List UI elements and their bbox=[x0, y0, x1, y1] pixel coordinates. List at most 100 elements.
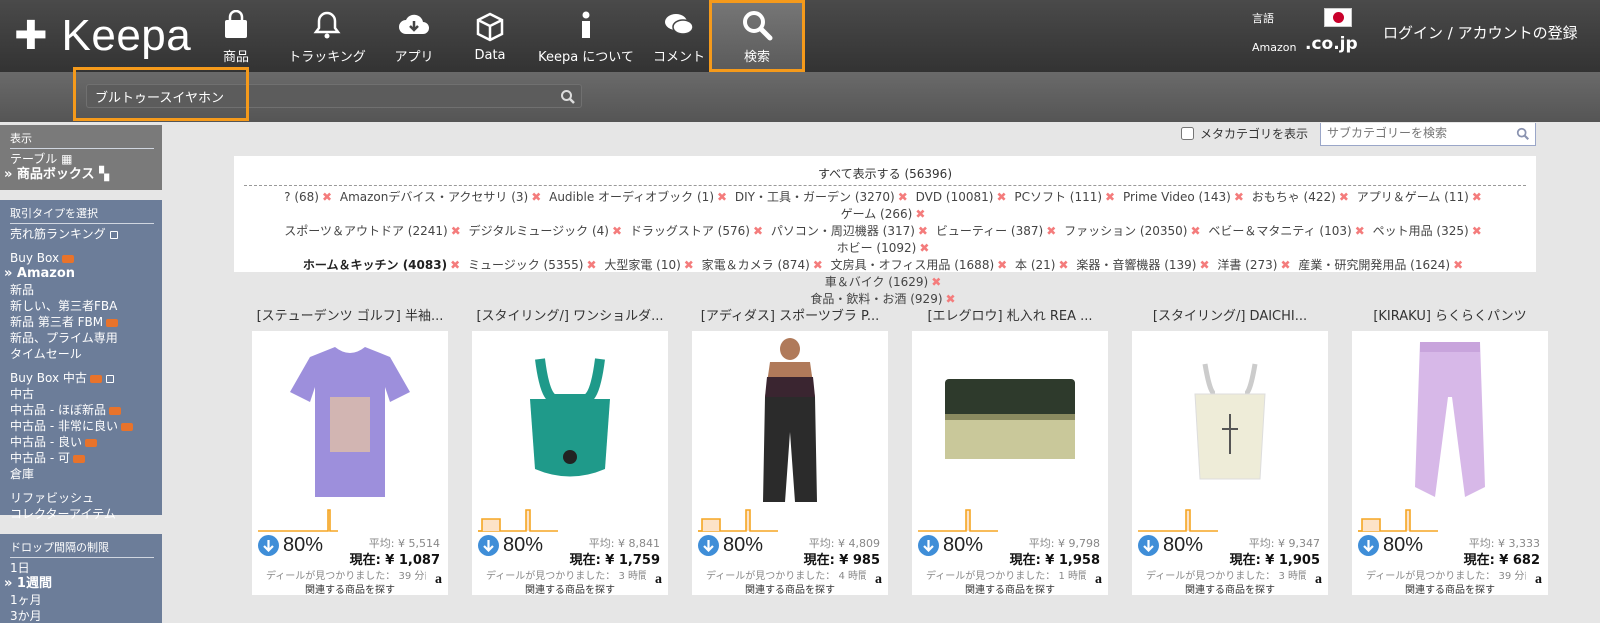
sidebar-item-timesale[interactable]: タイムセール bbox=[10, 346, 162, 362]
nav-tracking[interactable]: トラッキング bbox=[285, 0, 369, 72]
category-chip[interactable]: デジタルミュージック (4) ✖ bbox=[469, 224, 622, 238]
category-chip[interactable]: ファッション (20350) ✖ bbox=[1064, 224, 1200, 238]
sidebar-item-3-months[interactable]: 3か月 bbox=[10, 608, 162, 623]
remove-category-icon[interactable]: ✖ bbox=[450, 258, 460, 272]
category-chip[interactable]: Audible オーディオブック (1) ✖ bbox=[549, 190, 727, 204]
nav-comments[interactable]: コメント bbox=[651, 0, 707, 72]
category-chip[interactable]: ホーム＆キッチン (4083) ✖ bbox=[303, 258, 460, 272]
sidebar-item-1-week[interactable]: » 1週間 bbox=[4, 576, 162, 592]
product-image[interactable] bbox=[272, 335, 428, 503]
remove-category-icon[interactable]: ✖ bbox=[1472, 190, 1482, 204]
nav-search[interactable]: 検索 bbox=[709, 0, 805, 72]
find-related-products-link[interactable]: 関連する商品を探す bbox=[912, 581, 1108, 596]
sidebar-item-buybox[interactable]: Buy Box bbox=[10, 250, 162, 266]
subcategory-search-input[interactable] bbox=[1327, 126, 1507, 140]
find-related-products-link[interactable]: 関連する商品を探す bbox=[1352, 581, 1548, 596]
amazon-domain-selector[interactable]: .co.jp bbox=[1305, 34, 1358, 54]
product-card[interactable]: [スタイリング/] ワンショルダ... 80% 平均: ¥ 8,841 現在: … bbox=[472, 305, 668, 596]
product-image[interactable] bbox=[712, 335, 868, 503]
display-box-option[interactable]: » 商品ボックス ▚ bbox=[4, 167, 162, 183]
category-chip[interactable]: ? (68) ✖ bbox=[284, 190, 332, 204]
remove-category-icon[interactable]: ✖ bbox=[1190, 224, 1200, 238]
sidebar-item-used-acceptable[interactable]: 中古品 - 可 bbox=[10, 450, 162, 466]
remove-category-icon[interactable]: ✖ bbox=[1453, 258, 1463, 272]
find-related-products-link[interactable]: 関連する商品を探す bbox=[1132, 581, 1328, 596]
remove-category-icon[interactable]: ✖ bbox=[1105, 190, 1115, 204]
remove-category-icon[interactable]: ✖ bbox=[946, 292, 956, 306]
japan-flag-icon[interactable] bbox=[1324, 8, 1352, 27]
product-title[interactable]: [スタイリング/] ワンショルダ... bbox=[472, 305, 668, 325]
category-chip[interactable]: DVD (10081) ✖ bbox=[916, 190, 1007, 204]
category-chip[interactable]: DIY・工具・ガーデン (3270) ✖ bbox=[735, 190, 908, 204]
product-card[interactable]: [エレグロウ] 札入れ REA ... 80% 平均: ¥ 9,798 現在: … bbox=[912, 305, 1108, 596]
product-image[interactable] bbox=[932, 335, 1088, 503]
keepa-logo[interactable]: ✚ Keepa bbox=[14, 8, 191, 64]
category-chip[interactable]: ホビー (1092) ✖ bbox=[837, 241, 930, 255]
nav-products[interactable]: 商品 bbox=[215, 0, 257, 72]
sidebar-item-used-very-good[interactable]: 中古品 - 非常に良い bbox=[10, 418, 162, 434]
category-chip[interactable]: Prime Video (143) ✖ bbox=[1123, 190, 1244, 204]
category-chip[interactable]: 家電＆カメラ (874) ✖ bbox=[702, 258, 823, 272]
display-table-option[interactable]: テーブル ▦ bbox=[10, 151, 162, 167]
product-card[interactable]: [KIRAKU] らくらくパンツ 80% 平均: ¥ 3,333 現在: ¥ 6… bbox=[1352, 305, 1548, 596]
remove-category-icon[interactable]: ✖ bbox=[1058, 258, 1068, 272]
category-chip[interactable]: アプリ＆ゲーム (11) ✖ bbox=[1357, 190, 1482, 204]
category-chip[interactable]: ベビー＆マタニティ (103) ✖ bbox=[1208, 224, 1364, 238]
sidebar-item-new-3p-fbm[interactable]: 新品 第三者 FBM bbox=[10, 314, 162, 330]
remove-category-icon[interactable]: ✖ bbox=[684, 258, 694, 272]
sidebar-item-1-day[interactable]: 1日 bbox=[10, 560, 162, 576]
sidebar-item-amazon[interactable]: » Amazon bbox=[4, 266, 162, 282]
sidebar-item-sales-rank[interactable]: 売れ筋ランキング bbox=[10, 226, 162, 242]
sidebar-item-new-3p-fba[interactable]: 新しい、第三者FBA bbox=[10, 298, 162, 314]
remove-category-icon[interactable]: ✖ bbox=[1199, 258, 1209, 272]
remove-category-icon[interactable]: ✖ bbox=[1280, 258, 1290, 272]
sidebar-item-new-prime[interactable]: 新品、プライム専用 bbox=[10, 330, 162, 346]
sidebar-item-buybox-used[interactable]: Buy Box 中古 bbox=[10, 370, 162, 386]
category-chip[interactable]: ゲーム (266) ✖ bbox=[841, 207, 926, 221]
product-card[interactable]: [アディダス] スポーツブラ P... 80% 平均: ¥ 4,809 現在: … bbox=[692, 305, 888, 596]
sidebar-item-used-like-new[interactable]: 中古品 - ほぼ新品 bbox=[10, 402, 162, 418]
nav-data[interactable]: Data bbox=[472, 0, 508, 72]
remove-category-icon[interactable]: ✖ bbox=[813, 258, 823, 272]
product-card[interactable]: [ステューデンツ ゴルフ] 半袖... 80% 平均: ¥ 5,514 現在: … bbox=[252, 305, 448, 596]
category-chip[interactable]: 文房具・オフィス用品 (1688) ✖ bbox=[831, 258, 1008, 272]
sidebar-item-used-good[interactable]: 中古品 - 良い bbox=[10, 434, 162, 450]
remove-category-icon[interactable]: ✖ bbox=[918, 224, 928, 238]
sidebar-item-refurbished[interactable]: リファビッシュ bbox=[10, 490, 162, 506]
remove-category-icon[interactable]: ✖ bbox=[451, 224, 461, 238]
meta-category-checkbox[interactable]: メタカテゴリを表示 bbox=[1181, 125, 1308, 142]
remove-category-icon[interactable]: ✖ bbox=[1046, 224, 1056, 238]
category-chip[interactable]: おもちゃ (422) ✖ bbox=[1252, 190, 1349, 204]
product-title[interactable]: [スタイリング/] DAICHI... bbox=[1132, 305, 1328, 325]
category-chip[interactable]: 車＆バイク (1629) ✖ bbox=[825, 275, 942, 289]
search-submit-icon[interactable] bbox=[560, 89, 576, 105]
category-chip[interactable]: ペット用品 (325) ✖ bbox=[1373, 224, 1482, 238]
sidebar-item-1-month[interactable]: 1ヶ月 bbox=[10, 592, 162, 608]
category-chip[interactable]: 大型家電 (10) ✖ bbox=[604, 258, 694, 272]
find-related-products-link[interactable]: 関連する商品を探す bbox=[252, 581, 448, 596]
remove-category-icon[interactable]: ✖ bbox=[915, 207, 925, 221]
product-title[interactable]: [アディダス] スポーツブラ P... bbox=[692, 305, 888, 325]
find-related-products-link[interactable]: 関連する商品を探す bbox=[472, 581, 668, 596]
category-chip[interactable]: パソコン・周辺機器 (317) ✖ bbox=[771, 224, 928, 238]
sidebar-item-warehouse[interactable]: 倉庫 bbox=[10, 466, 162, 482]
category-chip[interactable]: 楽器・音響機器 (139) ✖ bbox=[1076, 258, 1209, 272]
category-chip[interactable]: 本 (21) ✖ bbox=[1015, 258, 1069, 272]
remove-category-icon[interactable]: ✖ bbox=[322, 190, 332, 204]
remove-category-icon[interactable]: ✖ bbox=[919, 241, 929, 255]
product-title[interactable]: [ステューデンツ ゴルフ] 半袖... bbox=[252, 305, 448, 325]
product-image[interactable] bbox=[1152, 335, 1308, 503]
show-all-categories[interactable]: すべて表示する (56396) bbox=[244, 156, 1526, 186]
sidebar-item-new[interactable]: 新品 bbox=[10, 282, 162, 298]
remove-category-icon[interactable]: ✖ bbox=[997, 258, 1007, 272]
meta-category-toggle[interactable] bbox=[1181, 127, 1194, 140]
login-register-link[interactable]: ログイン / アカウントの登録 bbox=[1383, 22, 1578, 43]
remove-category-icon[interactable]: ✖ bbox=[1355, 224, 1365, 238]
subcategory-search-field[interactable] bbox=[1320, 123, 1536, 146]
sidebar-item-collectible[interactable]: コレクターアイテム bbox=[10, 506, 162, 522]
category-chip[interactable]: PCソフト (111) ✖ bbox=[1014, 190, 1115, 204]
product-card[interactable]: [スタイリング/] DAICHI... 80% 平均: ¥ 9,347 現在: … bbox=[1132, 305, 1328, 596]
remove-category-icon[interactable]: ✖ bbox=[717, 190, 727, 204]
remove-category-icon[interactable]: ✖ bbox=[996, 190, 1006, 204]
product-title[interactable]: [エレグロウ] 札入れ REA ... bbox=[912, 305, 1108, 325]
